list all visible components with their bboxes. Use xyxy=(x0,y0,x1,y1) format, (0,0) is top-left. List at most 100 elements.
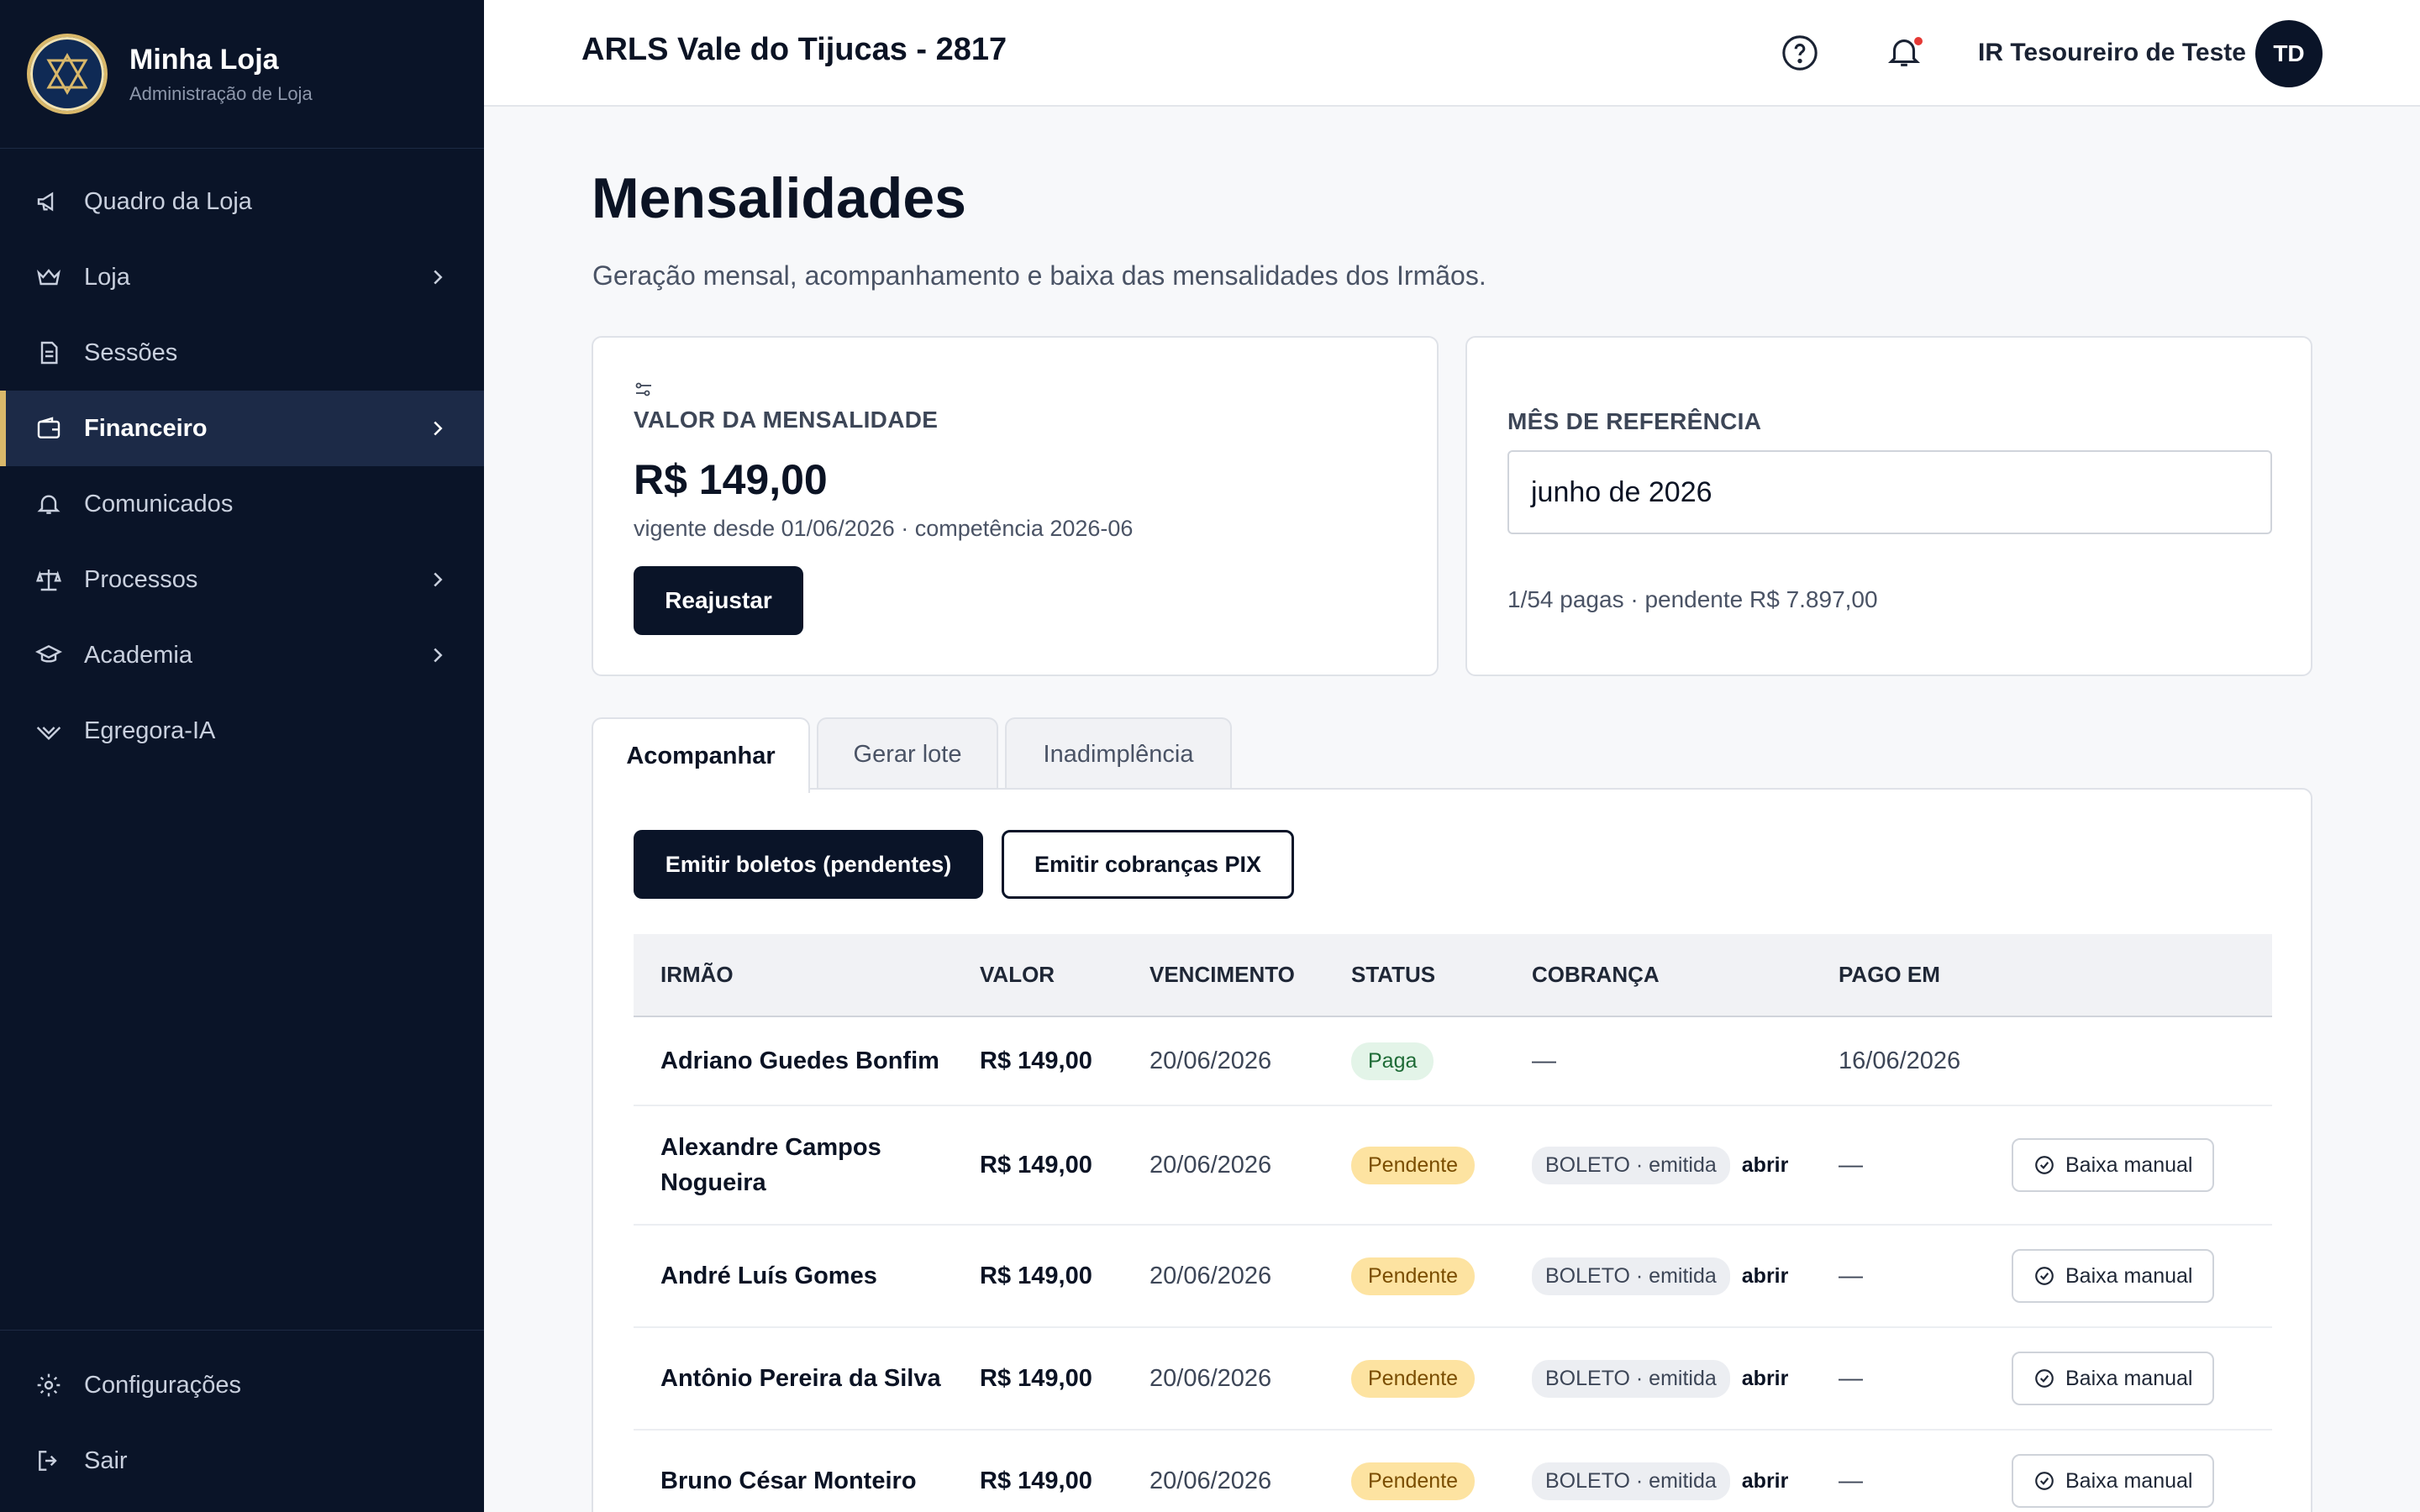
status-badge: Paga xyxy=(1351,1042,1434,1080)
baixa-manual-label: Baixa manual xyxy=(2065,1152,2193,1177)
wallet-icon xyxy=(34,413,64,444)
page-title: Mensalidades xyxy=(592,166,966,230)
card-mes-referencia: MÊS DE REFERÊNCIA junho de 2026 1/54 pag… xyxy=(1465,336,2312,676)
cobranca-badge: BOLETO · emitida xyxy=(1532,1359,1730,1398)
chevron-right-icon xyxy=(434,270,443,285)
valor-vigencia: vigente desde 01/06/2026 · competência 2… xyxy=(634,516,1134,541)
col-header-irmao[interactable]: IRMÃO xyxy=(634,934,980,1017)
sidebar-item-financeiro[interactable]: Financeiro xyxy=(0,391,484,466)
baixa-manual-button[interactable]: Baixa manual xyxy=(2012,1249,2215,1303)
tab-gerar-lote[interactable]: Gerar lote xyxy=(817,717,998,790)
sidebar-item-label: Comunicados xyxy=(84,490,234,517)
logout-icon xyxy=(34,1446,64,1476)
tab-inadimplencia[interactable]: Inadimplência xyxy=(1005,717,1232,790)
gear-icon xyxy=(34,1370,64,1400)
sidebar-item-academia[interactable]: Academia xyxy=(0,617,484,693)
cobranca-badge: BOLETO · emitida xyxy=(1532,1146,1730,1184)
col-header-pago-em[interactable]: PAGO EM xyxy=(1839,934,2012,1017)
table-header-row: IRMÃO VALOR VENCIMENTO STATUS COBRANÇA P… xyxy=(634,934,2272,1017)
sidebar-item-sessoes[interactable]: Sessões xyxy=(0,315,484,391)
abrir-link[interactable]: abrir xyxy=(1742,1367,1789,1390)
sidebar-bottom: Configurações Sair xyxy=(0,1330,484,1512)
check-circle-icon xyxy=(2035,1267,2054,1285)
baixa-manual-label: Baixa manual xyxy=(2065,1366,2193,1390)
payment-summary: 1/54 pagas · pendente R$ 7.897,00 xyxy=(1507,586,1878,612)
pago-em-cell: — xyxy=(1839,1151,1863,1179)
valor-cell: R$ 149,00 xyxy=(980,1151,1092,1179)
vencimento-cell: 20/06/2026 xyxy=(1150,1151,1272,1179)
baixa-manual-button[interactable]: Baixa manual xyxy=(2012,1352,2215,1405)
valor-cell: R$ 149,00 xyxy=(980,1467,1092,1494)
chevron-right-icon xyxy=(434,572,443,587)
vencimento-cell: 20/06/2026 xyxy=(1150,1262,1272,1289)
vencimento-cell: 20/06/2026 xyxy=(1150,1364,1272,1392)
brand-subtitle: Administração de Loja xyxy=(129,82,313,104)
status-badge: Pendente xyxy=(1351,1359,1476,1398)
user-name[interactable]: IR Tesoureiro de Teste xyxy=(1978,39,2246,67)
megaphone-icon xyxy=(34,186,64,217)
sliders-icon xyxy=(635,382,651,396)
mes-label: MÊS DE REFERÊNCIA xyxy=(1507,408,1762,434)
sidebar-item-label: Sessões xyxy=(84,339,178,366)
valor-cell: R$ 149,00 xyxy=(980,1262,1092,1289)
sidebar-item-label: Quadro da Loja xyxy=(84,187,252,215)
graduation-cap-icon xyxy=(34,640,64,670)
baixa-manual-button[interactable]: Baixa manual xyxy=(2012,1454,2215,1508)
sidebar-nav: Quadro da Loja Loja Sessões Financeiro C… xyxy=(0,164,484,769)
sidebar: Minha Loja Administração de Loja Quadro … xyxy=(0,0,484,1512)
abrir-link[interactable]: abrir xyxy=(1742,1469,1789,1493)
check-circle-icon xyxy=(2035,1156,2054,1174)
valor-price: R$ 149,00 xyxy=(634,456,828,503)
table-row: André Luís Gomes R$ 149,00 20/06/2026 Pe… xyxy=(634,1225,2272,1328)
sidebar-item-label: Egregora-IA xyxy=(84,717,216,744)
col-header-valor[interactable]: VALOR xyxy=(980,934,1150,1017)
pago-em-cell: — xyxy=(1839,1364,1863,1392)
abrir-link[interactable]: abrir xyxy=(1742,1264,1789,1288)
sidebar-item-sair[interactable]: Sair xyxy=(0,1423,484,1499)
table-row: Alexandre Campos Nogueira R$ 149,00 20/0… xyxy=(634,1105,2272,1226)
reajustar-button[interactable]: Reajustar xyxy=(634,566,803,635)
col-header-vencimento[interactable]: VENCIMENTO xyxy=(1150,934,1351,1017)
chevron-right-icon xyxy=(434,648,443,663)
irmao-name: Alexandre Campos Nogueira xyxy=(660,1134,881,1196)
sidebar-item-label: Sair xyxy=(84,1446,128,1474)
sidebar-item-label: Academia xyxy=(84,641,192,669)
vencimento-cell: 20/06/2026 xyxy=(1150,1467,1272,1494)
emit-pix-button[interactable]: Emitir cobranças PIX xyxy=(1002,830,1294,899)
baixa-manual-button[interactable]: Baixa manual xyxy=(2012,1138,2215,1192)
help-icon[interactable] xyxy=(1781,34,1819,72)
bell-icon xyxy=(34,489,64,519)
avatar[interactable]: TD xyxy=(2255,20,2323,87)
tab-acompanhar[interactable]: Acompanhar xyxy=(592,717,810,793)
sidebar-item-egregora[interactable]: Egregora-IA xyxy=(0,693,484,769)
valor-cell: R$ 149,00 xyxy=(980,1047,1092,1074)
status-badge: Pendente xyxy=(1351,1257,1476,1295)
brand: Minha Loja Administração de Loja xyxy=(0,0,484,149)
spark-icon xyxy=(34,716,64,746)
irmao-name: Bruno César Monteiro xyxy=(660,1467,917,1494)
irmao-name: André Luís Gomes xyxy=(660,1262,877,1289)
col-header-cobranca[interactable]: COBRANÇA xyxy=(1532,934,1839,1017)
pago-em-cell: — xyxy=(1839,1467,1863,1494)
valor-cell: R$ 149,00 xyxy=(980,1364,1092,1392)
sidebar-item-quadro[interactable]: Quadro da Loja xyxy=(0,164,484,239)
crown-icon xyxy=(34,262,64,292)
tab-panel-acompanhar: Emitir boletos (pendentes) Emitir cobran… xyxy=(592,788,2312,1512)
sidebar-item-comunicados[interactable]: Comunicados xyxy=(0,466,484,542)
irmao-name: Adriano Guedes Bonfim xyxy=(660,1047,939,1074)
chevron-right-icon xyxy=(434,421,443,436)
cobranca-cell: — xyxy=(1532,1047,1556,1074)
sidebar-item-configuracoes[interactable]: Configurações xyxy=(0,1347,484,1423)
emit-boletos-button[interactable]: Emitir boletos (pendentes) xyxy=(634,830,983,899)
sidebar-item-loja[interactable]: Loja xyxy=(0,239,484,315)
col-header-status[interactable]: STATUS xyxy=(1351,934,1532,1017)
sidebar-item-processos[interactable]: Processos xyxy=(0,542,484,617)
pago-em-cell: — xyxy=(1839,1262,1863,1289)
cobranca-badge: BOLETO · emitida xyxy=(1532,1462,1730,1500)
baixa-manual-label: Baixa manual xyxy=(2065,1263,2193,1288)
month-select-field[interactable]: junho de 2026 xyxy=(1507,450,2272,534)
pago-em-cell: 16/06/2026 xyxy=(1839,1047,1961,1074)
status-badge: Pendente xyxy=(1351,1462,1476,1500)
sidebar-item-label: Financeiro xyxy=(84,414,208,442)
abrir-link[interactable]: abrir xyxy=(1742,1153,1789,1177)
